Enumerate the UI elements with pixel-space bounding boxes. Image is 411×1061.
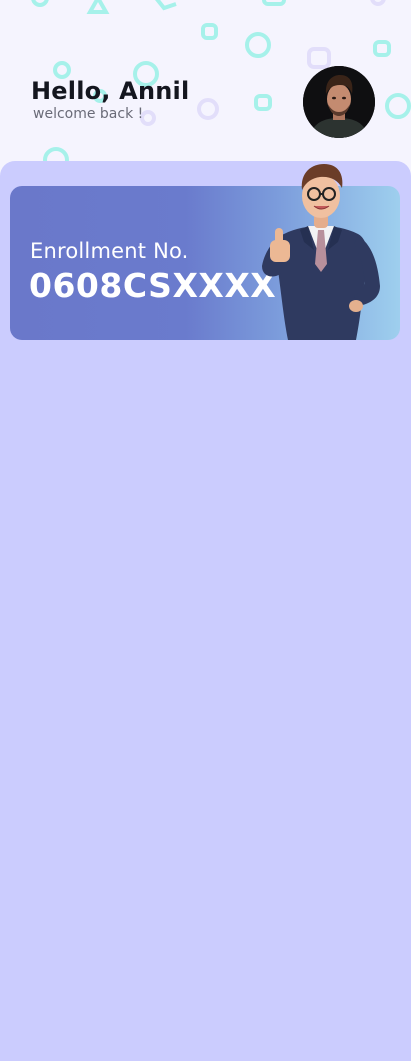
enrollment-number: 0608CSXXXX	[29, 266, 277, 305]
businessman-thumbs-up-icon	[262, 164, 380, 340]
greeting-title: Hello, Annil	[31, 77, 190, 105]
greeting-subtitle: welcome back !	[33, 106, 144, 122]
enrollment-label: Enrollment No.	[30, 239, 189, 263]
user-avatar-icon	[303, 66, 375, 138]
user-avatar[interactable]	[303, 66, 375, 138]
greeting-block: Hello, Annil welcome back !	[31, 76, 189, 122]
